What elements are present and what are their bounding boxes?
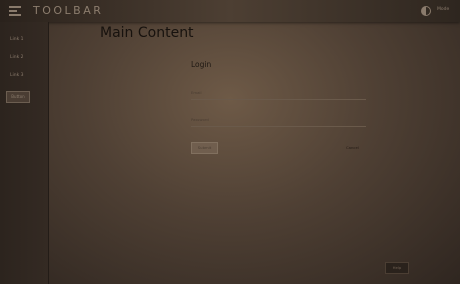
email-field-label: Email: [191, 90, 202, 95]
email-field[interactable]: Email: [191, 89, 366, 100]
page-title: Main Content: [100, 25, 194, 41]
sidebar-button[interactable]: Button: [6, 91, 30, 103]
menu-icon[interactable]: [9, 6, 21, 16]
help-button[interactable]: Help: [385, 262, 409, 274]
password-field-label: Password: [191, 117, 209, 122]
theme-toggle-label[interactable]: Mode: [437, 7, 449, 12]
sidebar-item-link-2[interactable]: Link 2: [10, 55, 24, 60]
sidebar-item-link-3[interactable]: Link 3: [10, 73, 24, 78]
submit-button[interactable]: Submit: [191, 142, 218, 154]
toolbar: TOOLBAR Mode: [0, 0, 460, 22]
password-field[interactable]: Password: [191, 116, 366, 127]
sidebar-item-link-1[interactable]: Link 1: [10, 37, 24, 42]
cancel-link[interactable]: Cancel: [346, 145, 359, 150]
sidebar: Link 1 Link 2 Link 3 Button: [0, 22, 49, 284]
page-background: [0, 0, 460, 284]
contrast-icon[interactable]: [421, 6, 431, 16]
app-title: TOOLBAR: [33, 4, 104, 17]
login-title: Login: [191, 60, 212, 69]
